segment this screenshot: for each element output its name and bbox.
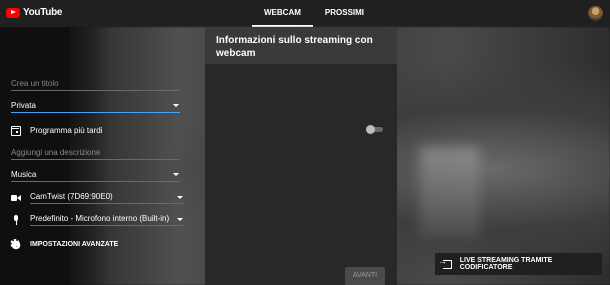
next-button[interactable]: AVANTI: [345, 267, 385, 285]
toggle-knob: [366, 125, 375, 134]
panel-title: Informazioni sullo streaming con webcam: [216, 35, 373, 59]
advanced-settings-button[interactable]: IMPOSTAZIONI AVANZATE: [10, 237, 184, 251]
chevron-down-icon: [177, 196, 183, 199]
top-bar: YouTube WEBCAM PROSSIMI: [0, 0, 610, 27]
encoder-stream-button[interactable]: LIVE STREAMING TRAMITE CODIFICATORE: [435, 253, 602, 275]
camera-row: CamTwist (7D69:90E0): [11, 191, 184, 204]
panel-header: Informazioni sullo streaming con webcam: [205, 27, 397, 64]
category-value: Musica: [11, 170, 37, 179]
videocam-icon: [11, 193, 21, 203]
mic-select[interactable]: Predefinito - Microfono interno (Built-i…: [30, 213, 184, 226]
description-input[interactable]: Aggiungi una descrizione: [11, 148, 180, 160]
advanced-label: IMPOSTAZIONI AVANZATE: [30, 241, 119, 248]
mic-row: Predefinito - Microfono interno (Built-i…: [11, 213, 184, 226]
gear-icon: [10, 237, 21, 251]
schedule-toggle[interactable]: [366, 125, 384, 134]
camera-value: CamTwist (7D69:90E0): [30, 192, 113, 201]
chevron-down-icon: [173, 104, 179, 107]
youtube-logo[interactable]: YouTube: [6, 7, 63, 18]
schedule-label: Programma più tardi: [30, 126, 103, 135]
stream-info-panel: Informazioni sullo streaming con webcam: [205, 27, 397, 285]
mic-value: Predefinito - Microfono interno (Built-i…: [30, 214, 170, 223]
title-input[interactable]: Crea un titolo: [11, 79, 180, 91]
calendar-icon: [11, 125, 21, 136]
logo-text: YouTube: [23, 7, 63, 18]
privacy-value: Privata: [11, 101, 36, 110]
chevron-down-icon: [177, 218, 183, 221]
exit-to-app-icon: [438, 256, 452, 269]
camera-select[interactable]: CamTwist (7D69:90E0): [30, 191, 184, 204]
avatar[interactable]: [588, 6, 603, 21]
privacy-select[interactable]: Privata: [11, 101, 180, 113]
chevron-down-icon: [173, 173, 179, 176]
encoder-label: LIVE STREAMING TRAMITE CODIFICATORE: [459, 257, 553, 271]
youtube-play-icon: [6, 7, 20, 18]
tab-bar: WEBCAM PROSSIMI: [252, 0, 376, 27]
schedule-row: Programma più tardi: [11, 124, 184, 137]
mic-icon: [11, 214, 21, 225]
tab-prossimi[interactable]: PROSSIMI: [313, 0, 376, 27]
category-select[interactable]: Musica: [11, 170, 180, 182]
tab-webcam[interactable]: WEBCAM: [252, 0, 313, 27]
